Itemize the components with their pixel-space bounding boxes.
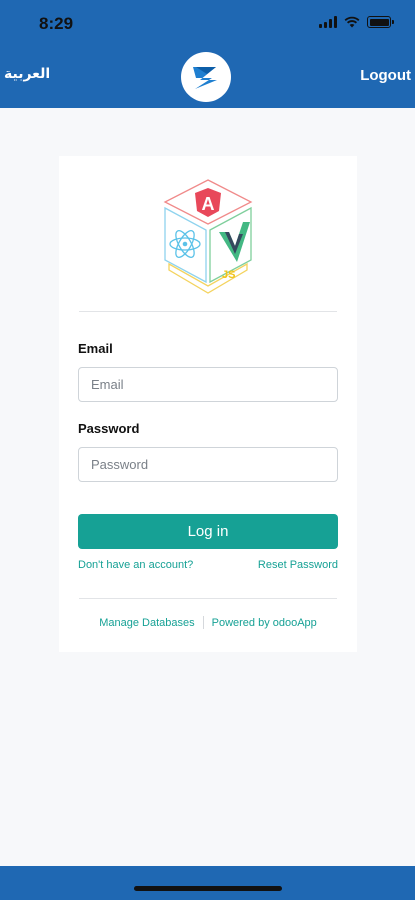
cellular-signal-icon [319, 16, 337, 28]
login-button[interactable]: Log in [78, 514, 338, 549]
svg-text:A: A [202, 194, 215, 214]
footer-separator [202, 616, 204, 629]
password-input[interactable] [78, 447, 338, 482]
reset-password-link[interactable]: Reset Password [258, 559, 338, 571]
language-switch-link[interactable]: العربية [4, 66, 50, 82]
app-header: 8:29 العربية Logout [0, 0, 415, 108]
login-card: A JS Email Password Log in Don't have an… [59, 156, 357, 652]
bottom-bar [0, 866, 415, 900]
card-divider [79, 311, 337, 312]
brand-logo [181, 52, 231, 102]
password-label: Password [78, 421, 140, 436]
framework-cube-logo-icon: A JS [163, 179, 253, 294]
email-label: Email [78, 341, 113, 356]
footer-divider [79, 598, 337, 599]
footer-links: Manage Databases Powered by odooApp [59, 616, 357, 629]
signup-link[interactable]: Don't have an account? [78, 559, 193, 571]
logout-link[interactable]: Logout [360, 67, 411, 84]
status-time: 8:29 [39, 14, 74, 33]
home-indicator[interactable] [134, 886, 282, 891]
svg-text:JS: JS [222, 269, 235, 281]
status-bar: 8:29 [0, 0, 415, 44]
status-icons [319, 15, 394, 29]
wifi-icon [344, 16, 360, 28]
brand-s-logo-icon [186, 57, 226, 97]
manage-databases-link[interactable]: Manage Databases [99, 617, 194, 629]
battery-icon [367, 16, 394, 28]
email-input[interactable] [78, 367, 338, 402]
powered-by-link[interactable]: Powered by odooApp [212, 617, 317, 629]
